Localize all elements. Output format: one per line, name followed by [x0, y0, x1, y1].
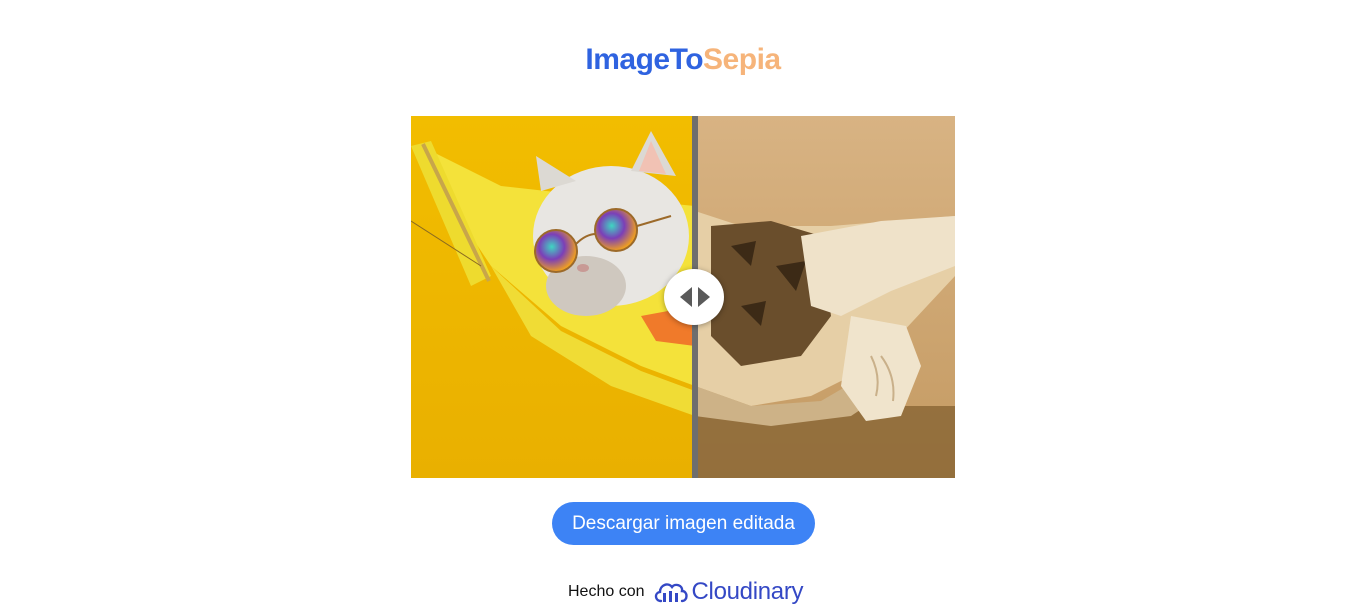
- arrow-left-icon: [680, 287, 692, 307]
- page: ImageToSepia Descargar imagen editada He…: [0, 0, 1366, 606]
- sepia-image: [695, 116, 955, 478]
- comparison-slider-handle[interactable]: [664, 269, 724, 325]
- logo-text-accent: Sepia: [703, 43, 781, 76]
- cloudinary-logo-icon: [654, 583, 688, 603]
- cloudinary-name: Cloudinary: [691, 578, 804, 605]
- app-logo[interactable]: ImageToSepia: [0, 40, 1366, 80]
- made-with-label: Hecho con: [568, 583, 645, 600]
- arrow-right-icon: [698, 287, 710, 307]
- download-edited-image-button[interactable]: Descargar imagen editada: [552, 502, 815, 545]
- footer-credit: Hecho con Cloudinary: [568, 576, 804, 606]
- before-after-comparison[interactable]: [411, 116, 955, 478]
- logo-text-main: ImageTo: [585, 43, 704, 76]
- cloudinary-link[interactable]: Cloudinary: [653, 578, 804, 606]
- original-image: [411, 116, 695, 478]
